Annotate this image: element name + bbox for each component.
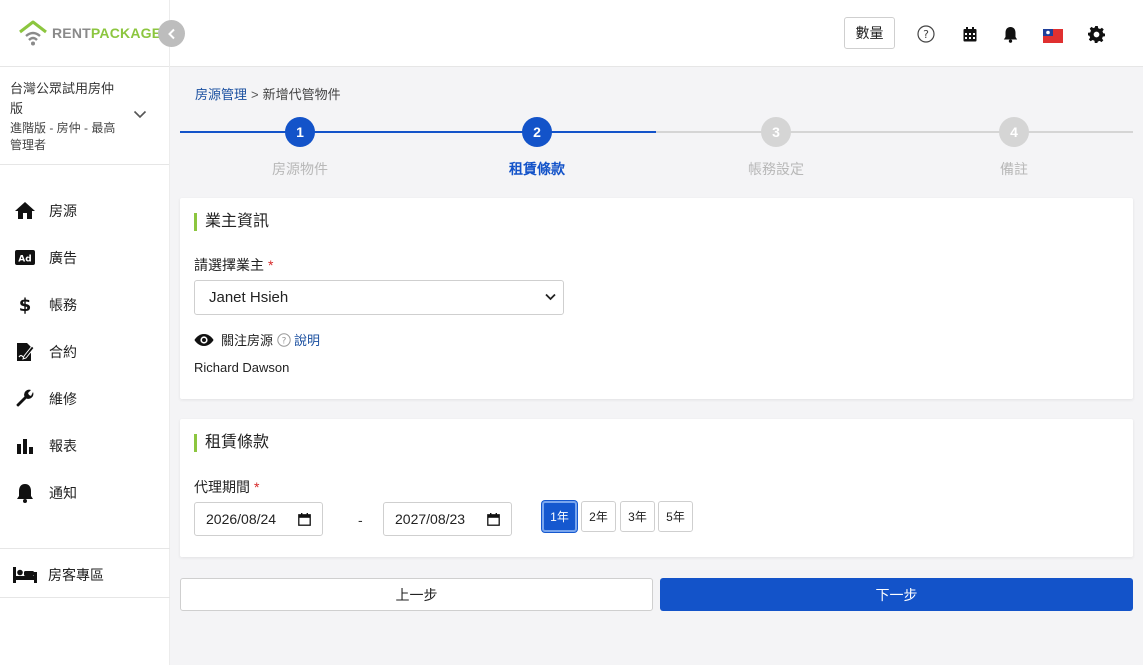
breadcrumb-separator: > [251,87,259,102]
top-header: 數量 ? [170,0,1143,67]
sidebar-item-reports[interactable]: 報表 [0,422,169,469]
previous-step-button[interactable]: 上一步 [180,578,653,611]
watcher-name: Richard Dawson [194,360,290,375]
sidebar-item-accounting[interactable]: $ 帳務 [0,281,169,328]
owner-select[interactable]: Janet Hsieh [194,280,564,315]
step-4[interactable]: 4 備註 [954,117,1074,179]
svg-text:Ad: Ad [18,255,31,265]
step-number: 4 [999,117,1029,147]
account-switcher[interactable]: 台灣公眾試用房仲版 進階版 - 房仲 - 最高管理者 [0,67,169,165]
required-mark: * [268,257,274,273]
taiwan-flag-icon[interactable] [1043,26,1063,46]
sidebar-item-maintenance[interactable]: 維修 [0,375,169,422]
step-label: 租賃條款 [509,161,565,177]
sidebar-item-ads[interactable]: Ad 廣告 [0,234,169,281]
chevron-down-icon [133,110,147,119]
sidebar: RENTPACKAGE 台灣公眾試用房仲版 進階版 - 房仲 - 最高管理者 房… [0,0,170,665]
required-mark: * [254,479,260,495]
sidebar-item-tenant-area[interactable]: 房客專區 [0,552,170,598]
sidebar-item-label: 報表 [49,437,77,454]
calendar-icon[interactable] [298,513,311,526]
rentpackage-logo[interactable]: RENTPACKAGE [18,20,161,46]
watch-property-label: 關注房源 [221,333,274,348]
sidebar-item-label: 房客專區 [48,566,104,583]
duration-5-year-button[interactable]: 5年 [658,501,693,532]
step-3[interactable]: 3 帳務設定 [716,117,836,179]
duration-3-year-button[interactable]: 3年 [620,501,655,532]
owner-select-value: Janet Hsieh [209,289,289,306]
watch-property-row: 關注房源 ? 說明 [194,330,320,349]
bell-icon [14,483,36,503]
breadcrumb-current: 新增代管物件 [262,87,341,102]
home-icon [14,201,36,221]
sidebar-item-properties[interactable]: 房源 [0,187,169,234]
sidebar-divider [0,548,170,549]
calendar-icon[interactable] [960,24,980,44]
owner-info-card: 業主資訊 請選擇業主 * Janet Hsieh 關注房源 ? 說明 Richar… [180,198,1133,399]
bar-chart-icon [14,436,36,456]
sidebar-item-label: 房源 [49,202,77,219]
eye-icon[interactable] [194,333,214,347]
end-date-input[interactable]: 2027/08/23 [383,502,512,536]
sidebar-item-label: 維修 [49,390,77,407]
help-icon[interactable]: ? [916,24,936,44]
agency-period-label: 代理期間 * [194,479,260,495]
bell-icon[interactable] [1000,24,1020,44]
dollar-icon: $ [14,295,36,315]
sidebar-nav: 房源 Ad 廣告 $ 帳務 合約 維修 報表 通知 [0,165,169,516]
step-label: 帳務設定 [748,161,804,177]
svg-text:?: ? [923,28,929,41]
ad-icon: Ad [14,248,36,268]
logo-row: RENTPACKAGE [0,0,169,67]
breadcrumb: 房源管理 > 新增代管物件 [195,84,341,103]
sidebar-collapse-button[interactable] [158,20,185,47]
wrench-icon [14,389,36,409]
svg-text:?: ? [282,336,287,346]
lease-terms-card: 租賃條款 代理期間 * 2026/08/24 - 2027/08/23 1年 2年… [180,419,1133,557]
sidebar-item-label: 廣告 [49,249,77,266]
gear-icon[interactable] [1086,24,1106,44]
chevron-left-icon [167,28,175,39]
sidebar-item-contracts[interactable]: 合約 [0,328,169,375]
owner-section-title: 業主資訊 [194,213,269,231]
sidebar-item-notifications[interactable]: 通知 [0,469,169,516]
quantity-button[interactable]: 數量 [844,17,895,49]
calendar-icon[interactable] [487,513,500,526]
breadcrumb-link-property-management[interactable]: 房源管理 [195,87,247,102]
house-wifi-logo-icon [19,20,47,46]
sidebar-item-label: 帳務 [49,296,77,313]
step-number: 3 [761,117,791,147]
end-date-value: 2027/08/23 [395,511,466,527]
help-icon[interactable]: ? [277,332,291,347]
step-2[interactable]: 2 租賃條款 [477,117,597,179]
chevron-down-icon [545,293,556,301]
account-role: 進階版 - 房仲 - 最高管理者 [10,121,116,152]
step-number: 1 [285,117,315,147]
svg-text:$: $ [19,295,31,315]
stepper: 1 房源物件 2 租賃條款 3 帳務設定 4 備註 [180,115,1133,185]
lease-section-title: 租賃條款 [194,434,269,452]
start-date-value: 2026/08/24 [206,511,277,527]
explain-link[interactable]: 說明 [294,330,320,349]
start-date-input[interactable]: 2026/08/24 [194,502,323,536]
duration-2-year-button[interactable]: 2年 [581,501,616,532]
owner-field-label: 請選擇業主 * [194,257,274,273]
step-label: 備註 [1000,161,1028,177]
step-number: 2 [522,117,552,147]
next-step-button[interactable]: 下一步 [660,578,1133,611]
sidebar-item-label: 通知 [49,484,77,501]
bed-icon [13,565,37,585]
step-1[interactable]: 1 房源物件 [240,117,360,179]
step-label: 房源物件 [272,161,328,177]
contract-icon [14,342,36,362]
sidebar-item-label: 合約 [49,343,77,360]
date-range-separator: - [358,512,363,528]
logo-text: RENTPACKAGE [52,25,162,41]
account-name: 台灣公眾試用房仲版 [10,81,115,116]
duration-1-year-button[interactable]: 1年 [542,501,577,532]
